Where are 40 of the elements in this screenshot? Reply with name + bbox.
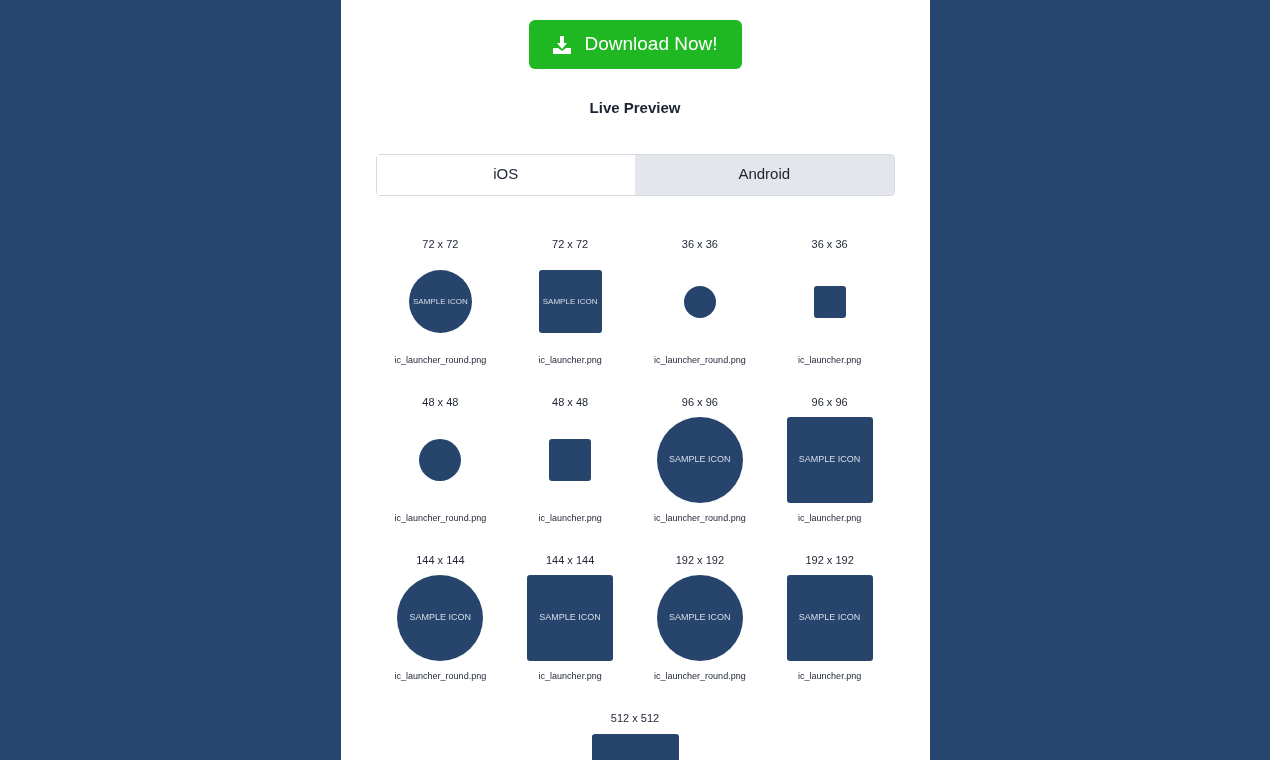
size-label: 96 x 96 <box>681 394 718 409</box>
file-name: ic_launcher_round.png <box>394 511 487 525</box>
file-name: ic_launcher.png <box>798 669 862 683</box>
file-name: ic_launcher.png <box>538 669 602 683</box>
size-label: 36 x 36 <box>811 236 848 251</box>
section-heading: Live Preview <box>589 98 681 118</box>
sample-icon: SAMPLE ICON <box>656 416 743 503</box>
sample-icon: SAMPLE ICON <box>786 416 873 503</box>
sample-icon: SAMPLE ICON <box>656 574 743 661</box>
file-name: ic_launcher_round.png <box>654 353 746 367</box>
file-name: ic_launcher.png <box>538 353 602 367</box>
size-label: 48 x 48 <box>422 394 459 409</box>
size-label: 48 x 48 <box>552 394 589 409</box>
size-label: 72 x 72 <box>422 236 459 251</box>
file-name: ic_launcher_round.png <box>654 669 746 683</box>
size-label: 192 x 192 <box>805 552 854 567</box>
file-name: ic_launcher_round.png <box>394 353 487 367</box>
sample-icon <box>813 285 846 318</box>
file-name: ic_launcher_round.png <box>654 511 746 525</box>
sample-icon: SAMPLE ICON <box>786 574 873 661</box>
sample-icon <box>683 285 716 318</box>
size-label: 36 x 36 <box>681 236 718 251</box>
sample-icon: SAMPLE ICON <box>397 574 484 661</box>
file-name: ic_launcher.png <box>798 511 862 525</box>
size-label: 192 x 192 <box>675 552 725 567</box>
file-name: ic_launcher_round.png <box>394 669 487 683</box>
size-label: 96 x 96 <box>811 394 848 409</box>
size-label: 144 x 144 <box>545 552 595 567</box>
file-name: ic_launcher.png <box>538 511 602 525</box>
sample-icon: SAMPLE ICON <box>408 270 472 333</box>
sample-icon: SAMPLE ICON <box>538 270 602 333</box>
size-label: 144 x 144 <box>416 552 465 567</box>
sample-icon <box>549 438 592 481</box>
size-label: 72 x 72 <box>552 236 589 251</box>
download-icon <box>552 34 573 55</box>
file-name: ic_launcher.png <box>798 353 862 367</box>
platform-tab[interactable]: Android <box>635 154 894 195</box>
size-label: 512 x 512 <box>610 710 660 725</box>
sample-icon: SAMPLE ICON <box>527 574 614 661</box>
sample-icon <box>419 438 462 481</box>
